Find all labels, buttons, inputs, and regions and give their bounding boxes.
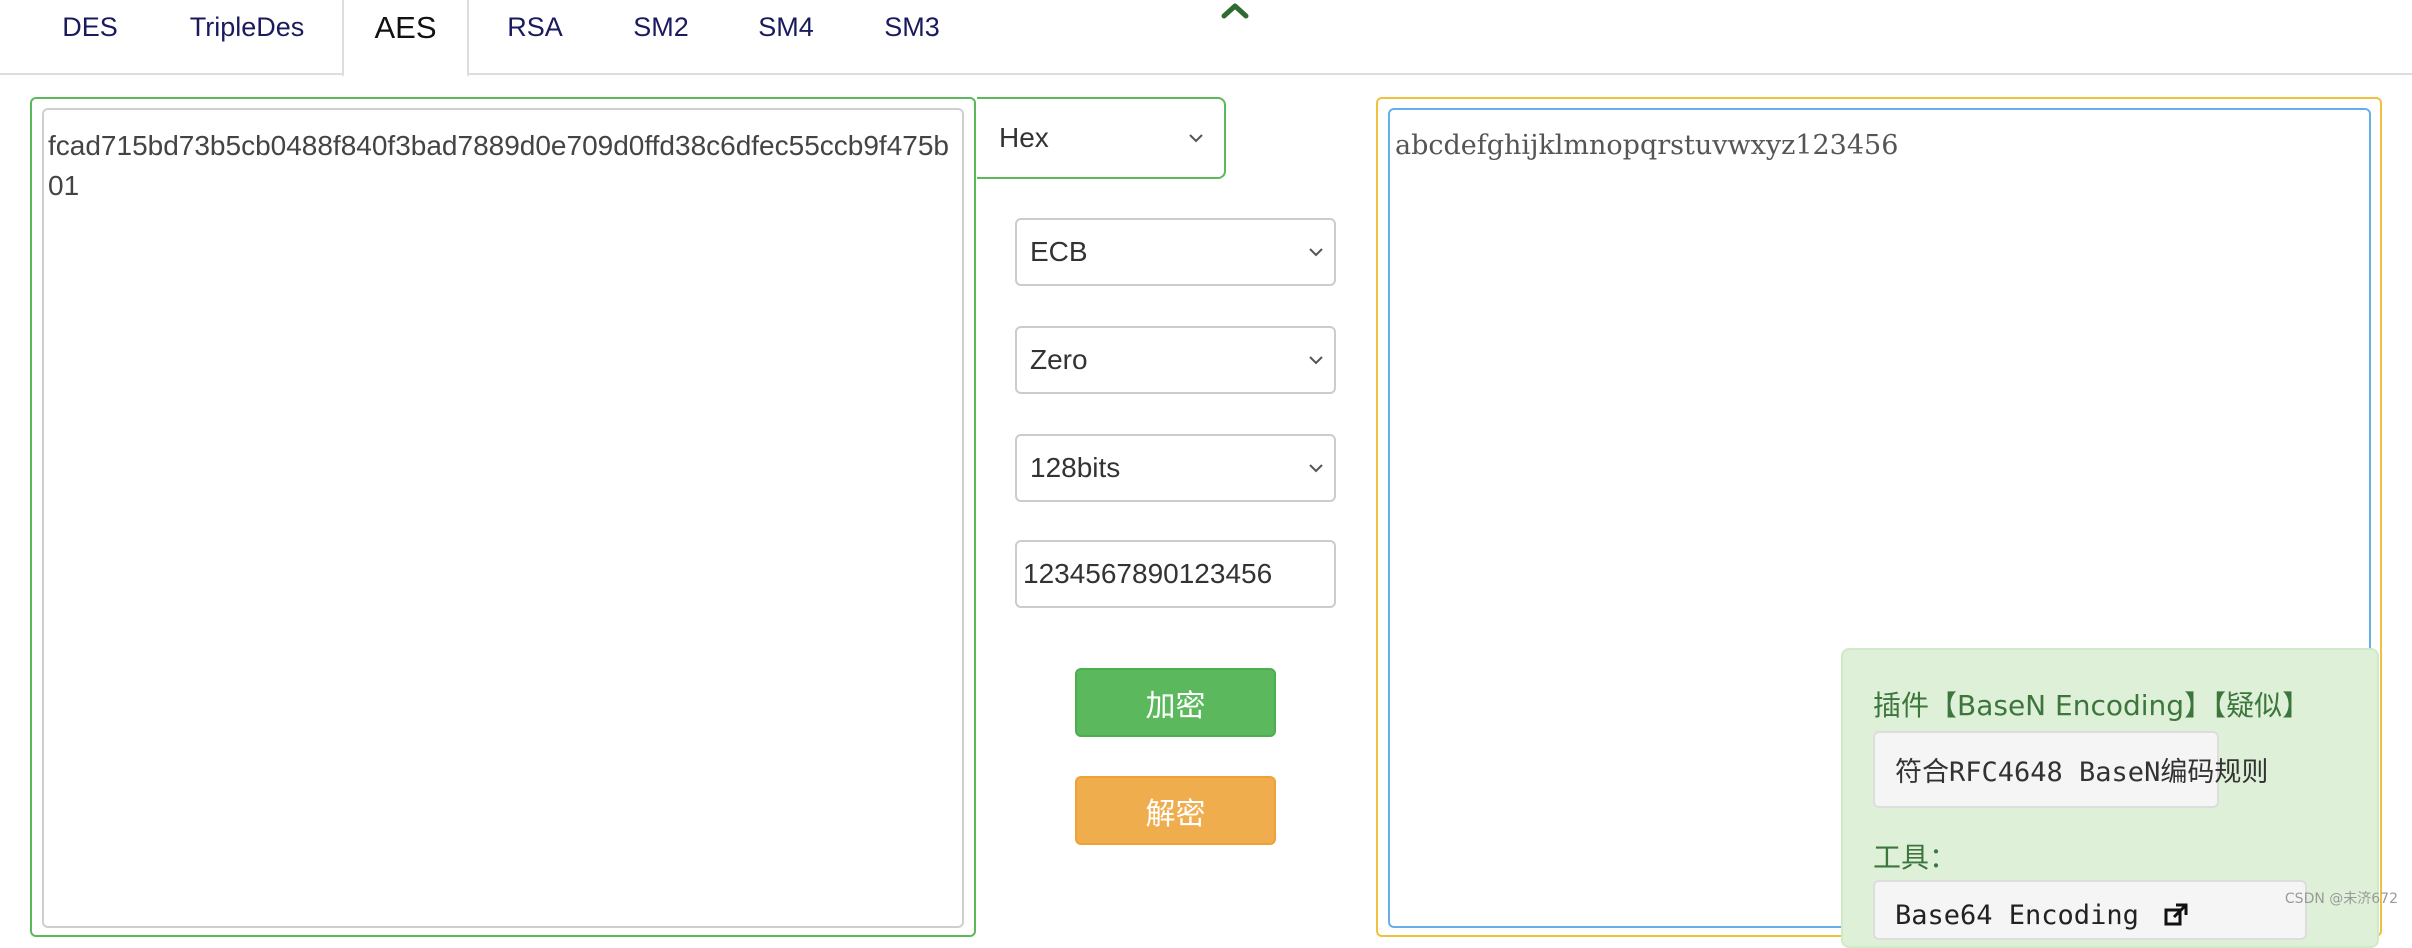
watermark: CSDN @未济672 [2284,891,2398,907]
chevron-down-icon [1309,464,1323,473]
plugin-title: 插件【BaseN Encoding】【疑似】 [1873,689,2311,722]
padding-value: Zero [1030,344,1088,375]
tab-rsa[interactable]: RSA [492,0,578,75]
tab-des[interactable]: DES [40,0,140,75]
chevron-down-icon [1189,134,1203,143]
padding-select[interactable]: Zero [1015,326,1336,394]
tab-sm3[interactable]: SM3 [869,0,955,75]
decrypt-button[interactable]: 解密 [1075,776,1276,845]
input-format-value: Hex [999,122,1049,153]
mode-select[interactable]: ECB [1015,218,1336,286]
key-size-select[interactable]: 128bits [1015,434,1336,502]
chevron-down-icon [1309,356,1323,365]
encrypt-button[interactable]: 加密 [1075,668,1276,737]
key-input[interactable]: 1234567890123456 [1015,540,1336,608]
chevron-up-icon[interactable] [1218,0,1252,22]
tools-label: 工具： [1873,841,1958,874]
chevron-down-icon [1309,248,1323,257]
tab-sm2[interactable]: SM2 [618,0,704,75]
mode-value: ECB [1030,236,1088,267]
plugin-description: 符合RFC4648 BaseN编码规则 [1873,731,2268,808]
tab-aes[interactable]: AES [342,0,469,77]
base64-tool-link[interactable]: Base64 Encoding [1873,880,2307,940]
key-size-value: 128bits [1030,452,1121,483]
input-format-select[interactable]: Hex [977,97,1226,179]
crypto-tab-bar: DES TripleDes AES RSA SM2 SM4 SM3 [0,0,2412,77]
tab-tripledes[interactable]: TripleDes [172,0,322,75]
tab-sm4[interactable]: SM4 [743,0,829,75]
input-textarea[interactable]: fcad715bd73b5cb0488f840f3bad7889d0e709d0… [42,108,964,928]
external-link-icon [2164,903,2188,926]
